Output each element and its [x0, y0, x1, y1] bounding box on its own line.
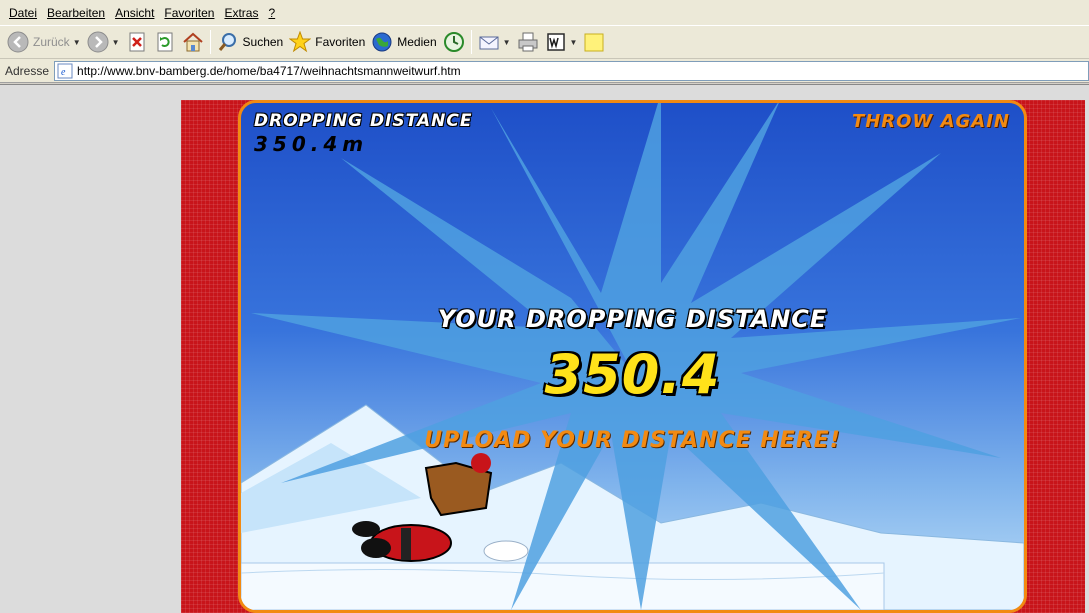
search-icon	[218, 33, 236, 51]
stop-button[interactable]	[123, 28, 151, 56]
flash-game[interactable]: DROPPING DISTANCE 350.4m THROW AGAIN YOU…	[238, 100, 1027, 613]
print-button[interactable]	[514, 28, 542, 56]
home-icon	[182, 32, 203, 52]
menu-ansicht[interactable]: Ansicht	[110, 0, 159, 26]
word-edit-icon	[546, 33, 565, 51]
mail-icon	[479, 36, 499, 50]
forward-button[interactable]: ▼	[84, 28, 123, 56]
back-button[interactable]: Zurück ▼	[4, 28, 84, 56]
menu-datei[interactable]: Datei	[4, 0, 42, 26]
address-url: http://www.bnv-bamberg.de/home/ba4717/we…	[77, 63, 461, 78]
menu-extras[interactable]: Extras	[219, 0, 263, 26]
result-value: 350.4	[544, 343, 721, 406]
media-globe-icon	[372, 32, 392, 52]
edit-dropdown-icon[interactable]: ▼	[570, 38, 578, 47]
toolbar-separator	[209, 30, 211, 54]
menu-bearbeiten[interactable]: Bearbeiten	[42, 0, 110, 26]
toolbar-separator	[470, 30, 472, 54]
menu-favoriten[interactable]: Favoriten	[159, 0, 219, 26]
notes-button[interactable]	[580, 28, 608, 56]
back-dropdown-icon[interactable]: ▼	[73, 38, 81, 47]
distance-label: DROPPING DISTANCE	[254, 111, 473, 131]
address-input[interactable]: e http://www.bnv-bamberg.de/home/ba4717/…	[54, 60, 1089, 81]
favorites-button[interactable]: Favoriten	[286, 28, 368, 56]
history-icon	[443, 32, 464, 52]
search-button[interactable]: Suchen	[214, 28, 287, 56]
star-icon	[289, 31, 312, 53]
toolbar: Zurück ▼ ▼ Suchen Favoriten Medien ▼ ▼	[0, 26, 1089, 59]
distance-value: 350.4m	[254, 132, 369, 156]
mail-button[interactable]: ▼	[475, 28, 514, 56]
menu-help[interactable]: ?	[263, 0, 280, 26]
sticky-note-icon	[584, 33, 604, 52]
ie-page-icon: e	[57, 63, 73, 78]
history-button[interactable]	[440, 28, 468, 56]
edit-button[interactable]: ▼	[542, 28, 581, 56]
address-label: Adresse	[5, 63, 50, 78]
menu-bar: Datei Bearbeiten Ansicht Favoriten Extra…	[0, 0, 1089, 26]
svg-text:e: e	[61, 67, 66, 78]
home-button[interactable]	[179, 28, 207, 56]
printer-icon	[518, 32, 538, 52]
address-bar: Adresse e http://www.bnv-bamberg.de/home…	[0, 59, 1089, 83]
stop-icon	[129, 32, 145, 52]
forward-arrow-icon	[87, 31, 109, 53]
forward-dropdown-icon[interactable]: ▼	[112, 38, 120, 47]
upload-distance-link[interactable]: UPLOAD YOUR DISTANCE HERE!	[241, 428, 1024, 453]
throw-again-button[interactable]: THROW AGAIN	[852, 111, 1010, 132]
refresh-icon	[157, 32, 173, 52]
mail-dropdown-icon[interactable]: ▼	[503, 38, 511, 47]
media-button[interactable]: Medien	[368, 28, 439, 56]
result-label: YOUR DROPPING DISTANCE	[437, 305, 828, 333]
refresh-button[interactable]	[151, 28, 179, 56]
back-arrow-icon	[7, 31, 29, 53]
